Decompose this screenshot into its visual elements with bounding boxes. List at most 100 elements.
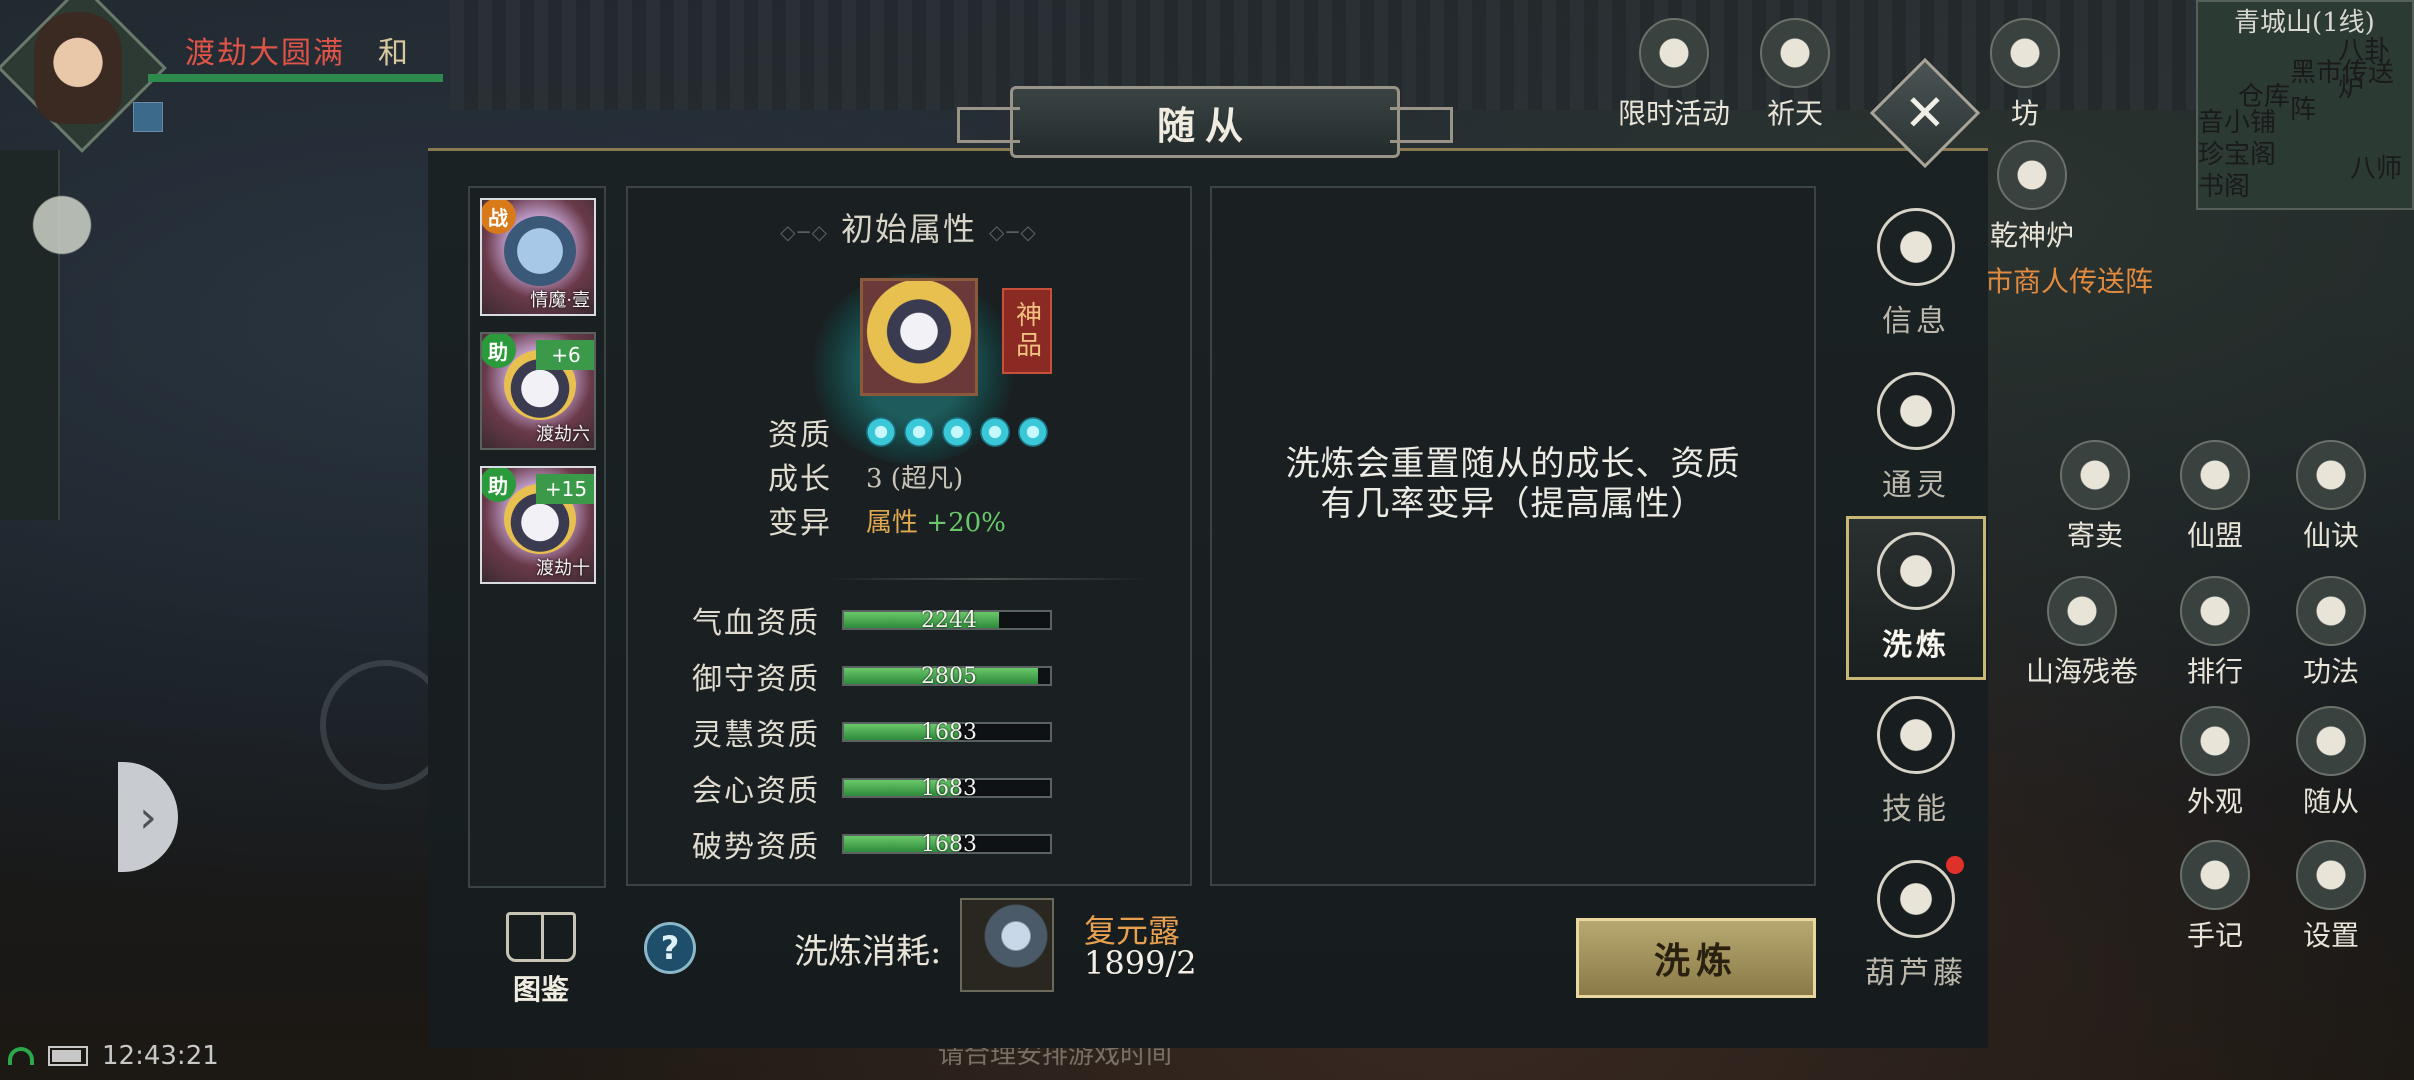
enhance-level: +6: [536, 340, 594, 370]
stat-bar-row: 破势资质 1683: [692, 822, 1052, 866]
battery-icon: [48, 1046, 88, 1066]
alliance-icon: [2180, 440, 2250, 510]
scroll-button[interactable]: 山海残卷: [2026, 576, 2138, 690]
companion-button[interactable]: 随从: [2296, 706, 2366, 820]
companion-icon: [2296, 706, 2366, 776]
tab-label: 信息: [1882, 304, 1950, 339]
stat-label: 灵慧资质: [692, 718, 820, 753]
companion-card[interactable]: 助 +15 渡劫十: [480, 466, 596, 584]
stat-value: 1683: [921, 776, 977, 801]
formula-button[interactable]: 仙诀: [2296, 440, 2366, 554]
stat-label: 气血资质: [692, 606, 820, 641]
stat-label: 破势资质: [692, 830, 820, 865]
assist-badge: 助: [482, 334, 516, 368]
furnace-button[interactable]: 乾神炉: [1990, 140, 2074, 254]
clock: 12:43:21: [102, 1041, 219, 1071]
stat-value: 1683: [921, 720, 977, 745]
formula-icon: [2296, 440, 2366, 510]
dialog-title: 随从: [1156, 102, 1253, 148]
close-icon: ✕: [1904, 84, 1946, 142]
skill-method-icon: [2296, 576, 2366, 646]
growth-value: 3 (超凡): [866, 463, 964, 494]
workshop-icon: [1990, 18, 2060, 88]
companion-card[interactable]: 战 情魔·壹: [480, 198, 596, 316]
player-hp-bar: [148, 74, 443, 82]
buff-icon[interactable]: [133, 102, 163, 132]
stat-bar: 1683: [842, 832, 1052, 857]
pray-label: 祈天: [1766, 97, 1823, 130]
stat-bar: 2244: [842, 608, 1052, 633]
stat-label: 御守资质: [692, 662, 820, 697]
rank-label: 排行: [2186, 655, 2243, 688]
refine-icon: [1877, 532, 1955, 610]
gourd-icon: [1877, 208, 1955, 286]
player-mode-tag[interactable]: 和: [378, 28, 408, 72]
tab-gourd-vine[interactable]: 葫芦藤: [1846, 844, 1986, 1008]
aptitude-dot-icon: [866, 417, 896, 447]
chat-bubble-icon[interactable]: [12, 170, 112, 280]
notes-icon: [2180, 840, 2250, 910]
workshop-label: 坊: [2010, 97, 2039, 130]
selected-companion-portrait: [860, 278, 978, 396]
gear-icon: [2296, 840, 2366, 910]
appearance-button[interactable]: 外观: [2180, 706, 2250, 820]
stat-label: 会心资质: [692, 774, 820, 809]
stat-bar-row: 灵慧资质 1683: [692, 710, 1052, 754]
workshop-button[interactable]: 坊: [1990, 18, 2060, 132]
refine-description: 洗炼会重置随从的成长、资质 有几率变异（提高属性）: [1212, 444, 1814, 524]
tab-skills[interactable]: 技能: [1846, 680, 1986, 844]
help-button[interactable]: ?: [644, 922, 696, 974]
alliance-button[interactable]: 仙盟: [2180, 440, 2250, 554]
limited-event-button[interactable]: 限时活动: [1618, 18, 1730, 132]
aptitude-dot-icon: [942, 417, 972, 447]
formula-label: 仙诀: [2302, 519, 2359, 552]
skill-method-button[interactable]: 功法: [2296, 576, 2366, 690]
appearance-icon: [2180, 706, 2250, 776]
pray-button[interactable]: 祈天: [1760, 18, 1830, 132]
companion-portrait: [504, 216, 576, 286]
book-icon: [506, 912, 576, 962]
tab-label: 技能: [1882, 792, 1950, 827]
skill-method-label: 功法: [2302, 655, 2359, 688]
device-status-bar: 12:43:21: [0, 1036, 219, 1076]
scene-npc-label: 市商人传送阵: [1985, 265, 2154, 298]
player-avatar[interactable]: [34, 12, 122, 124]
aptitude-dot-icon: [1018, 417, 1048, 447]
companion-name: 渡劫六: [536, 424, 590, 445]
scroll-icon: [1877, 696, 1955, 774]
settings-button[interactable]: 设置: [2296, 840, 2366, 954]
rank-button[interactable]: 排行: [2180, 576, 2250, 690]
settings-label: 设置: [2302, 919, 2359, 952]
player-name: 渡劫大圆满: [185, 36, 345, 71]
refine-button[interactable]: 洗炼: [1576, 918, 1816, 998]
cost-item-count: 1899/2: [1084, 944, 1197, 982]
limited-event-label: 限时活动: [1618, 97, 1731, 130]
tab-spirit[interactable]: 通灵: [1846, 356, 1986, 520]
alliance-label: 仙盟: [2186, 519, 2243, 552]
tab-info[interactable]: 信息: [1846, 192, 1986, 356]
companion-card[interactable]: 助 +6 渡劫六: [480, 332, 596, 450]
stat-bar: 1683: [842, 776, 1052, 801]
consign-button[interactable]: 寄卖: [2060, 440, 2130, 554]
consign-icon: [2060, 440, 2130, 510]
section-title: 初始属性: [628, 204, 1190, 250]
tab-refine[interactable]: 洗炼: [1846, 516, 1986, 680]
pray-icon: [1760, 18, 1830, 88]
consign-label: 寄卖: [2066, 519, 2123, 552]
aptitude-dots: [866, 417, 1048, 447]
stat-value: 1683: [921, 832, 977, 857]
stat-bar-row: 御守资质 2805: [692, 654, 1052, 698]
cost-item-icon[interactable]: [960, 898, 1054, 992]
event-icon: [1639, 18, 1709, 88]
notes-button[interactable]: 手记: [2180, 840, 2250, 954]
notification-dot: [1946, 856, 1964, 874]
dialog-title-plate: 随从: [957, 86, 1453, 158]
tab-label: 通灵: [1882, 468, 1950, 503]
aptitude-dot-icon: [980, 417, 1010, 447]
initial-stats-panel: 初始属性 神品 资质 成长 3 (超凡) 变异 属性 +20% 气血资质 224…: [626, 186, 1192, 886]
atlas-button[interactable]: 图鉴: [496, 912, 586, 1008]
scroll-icon: [2047, 576, 2117, 646]
refine-description-line: 洗炼会重置随从的成长、资质: [1285, 444, 1741, 484]
spirit-icon: [1877, 372, 1955, 450]
furnace-icon: [1997, 140, 2067, 210]
